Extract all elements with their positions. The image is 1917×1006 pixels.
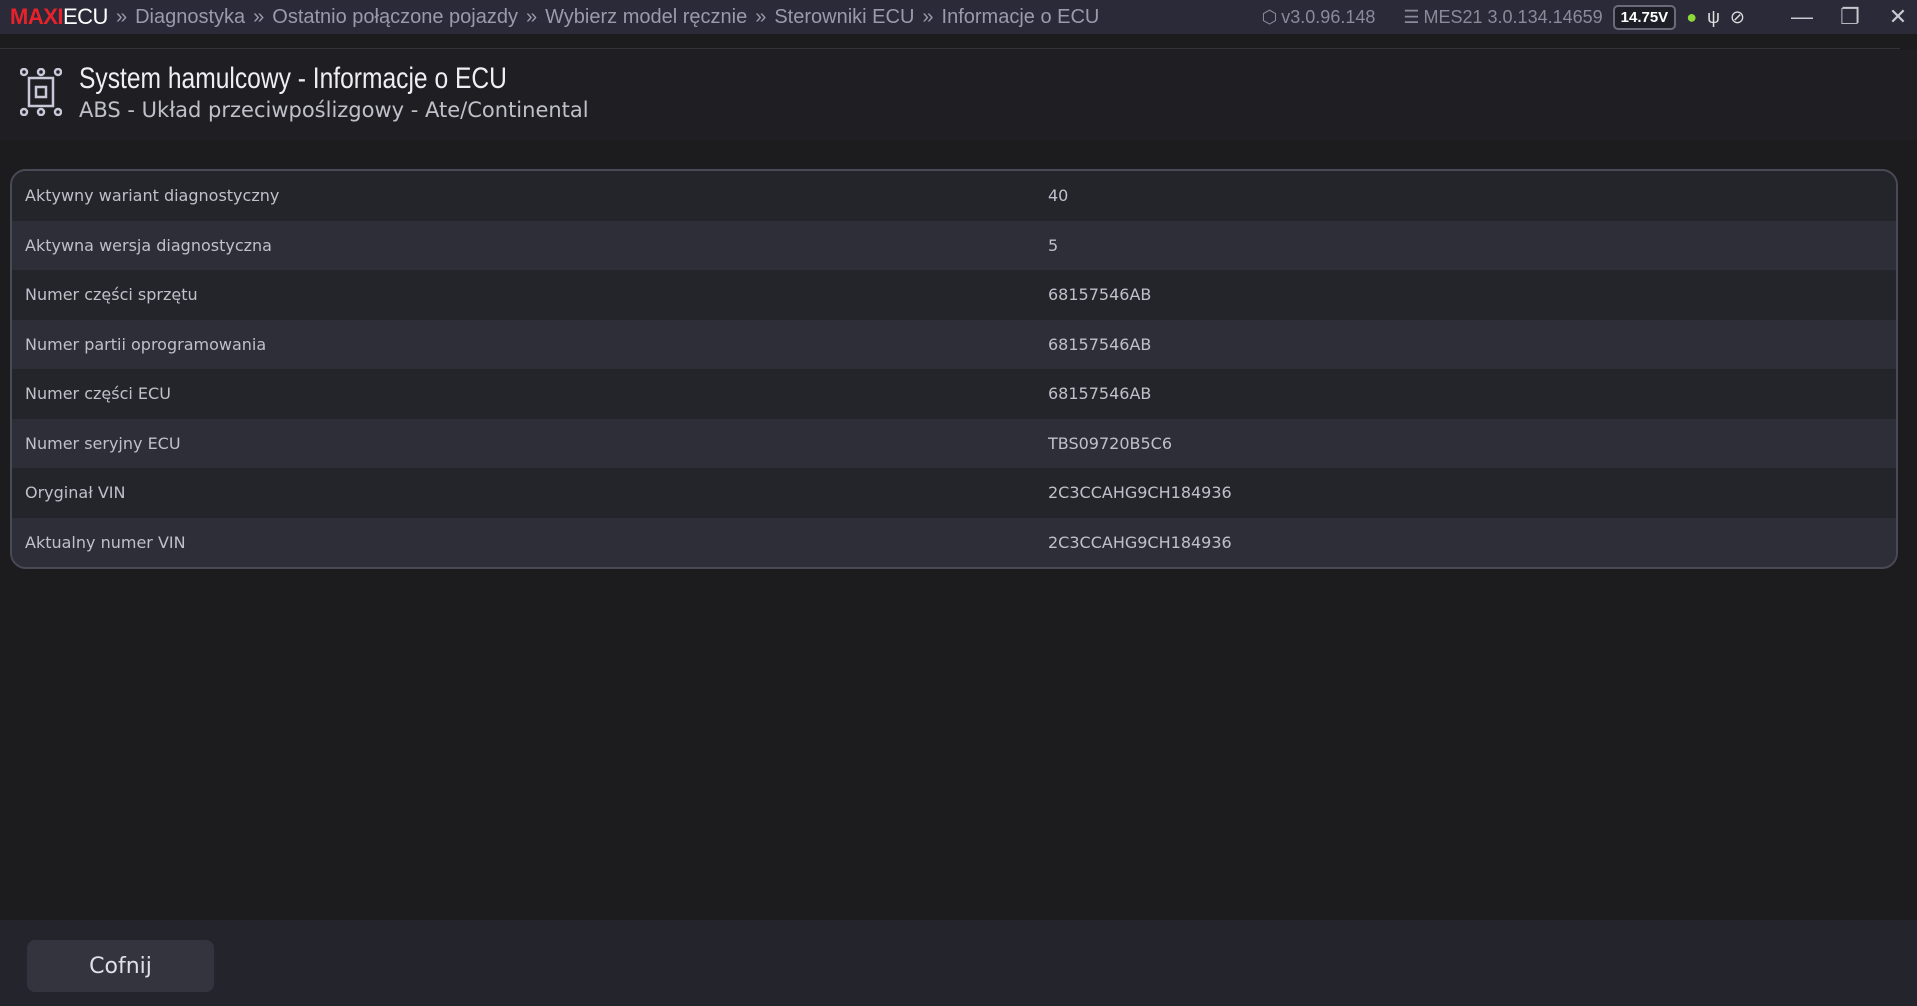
breadcrumb-ecu-list[interactable]: Sterowniki ECU [774, 6, 914, 29]
table-row: Aktualny numer VIN 2C3CCAHG9CH184936 [12, 517, 1896, 567]
restore-button[interactable]: ❐ [1831, 4, 1869, 30]
row-value: 40 [1048, 186, 1069, 206]
minimize-button[interactable]: — [1783, 4, 1821, 30]
row-label: Numer części ECU [25, 384, 171, 404]
table-row: Aktywny wariant diagnostyczny 40 [12, 171, 1896, 221]
table-row: Aktywna wersja diagnostyczna 5 [12, 220, 1896, 270]
breadcrumb-separator: » [253, 5, 265, 28]
breadcrumb-separator: » [755, 5, 767, 28]
device-text: MES21 3.0.134.14659 [1423, 6, 1603, 27]
title-bar: MAXIECU » Diagnostyka » Ostatnio połączo… [0, 0, 1917, 34]
row-label: Aktualny numer VIN [25, 532, 186, 552]
page-header: System hamulcowy - Informacje o ECU ABS … [0, 50, 1917, 140]
row-value: TBS09720B5C6 [1048, 433, 1173, 453]
vci-connected-icon: ● [1686, 6, 1698, 27]
row-value: 2C3CCAHG9CH184936 [1048, 532, 1232, 552]
ecu-info-table: Aktywny wariant diagnostyczny 40 Aktywna … [10, 169, 1898, 569]
row-label: Numer partii oprogramowania [25, 334, 267, 354]
table-row: Oryginał VIN 2C3CCAHG9CH184936 [12, 468, 1896, 518]
row-value: 68157546AB [1048, 334, 1152, 354]
row-value: 2C3CCAHG9CH184936 [1048, 483, 1232, 503]
breadcrumb-recent-vehicles[interactable]: Ostatnio połączone pojazdy [272, 6, 518, 29]
breadcrumb-separator: » [525, 5, 538, 28]
breadcrumb-ecu-info: Informacje o ECU [941, 5, 1100, 28]
breadcrumb-separator: » [115, 5, 128, 28]
wifi-off-icon: ⊘ [1729, 6, 1745, 27]
footer-bar: Cofnij [0, 920, 1917, 1006]
row-label: Numer części sprzętu [25, 285, 198, 305]
breadcrumb-select-model[interactable]: Wybierz model ręcznie [545, 6, 747, 29]
row-value: 68157546AB [1048, 384, 1152, 404]
close-button[interactable]: ✕ [1879, 4, 1917, 30]
row-value: 5 [1048, 235, 1059, 255]
breadcrumb-diagnostyka[interactable]: Diagnostyka [135, 6, 245, 29]
voltage-badge: 14.75V [1612, 4, 1677, 30]
row-label: Oryginał VIN [25, 483, 126, 503]
page-subtitle: ABS - Układ przeciwpoślizgowy - Ate/Cont… [79, 98, 589, 122]
app-logo: MAXIECU [10, 4, 108, 29]
row-label: Numer seryjny ECU [25, 433, 181, 453]
divider [0, 48, 1900, 49]
database-icon: ☰ [1403, 6, 1420, 27]
ecu-chip-icon [20, 68, 62, 116]
page-title: System hamulcowy - Informacje o ECU [79, 62, 507, 95]
version-text: v3.0.96.148 [1281, 6, 1376, 27]
row-label: Aktywny wariant diagnostyczny [25, 186, 280, 206]
cube-icon: ⬡ [1261, 6, 1278, 27]
usb-icon: ψ [1707, 6, 1720, 27]
table-row: Numer części sprzętu 68157546AB [12, 270, 1896, 320]
back-button[interactable]: Cofnij [27, 940, 214, 992]
table-row: Numer seryjny ECU TBS09720B5C6 [12, 418, 1896, 468]
row-label: Aktywna wersja diagnostyczna [25, 235, 272, 255]
table-row: Numer części ECU 68157546AB [12, 369, 1896, 419]
row-value: 68157546AB [1048, 285, 1152, 305]
table-row: Numer partii oprogramowania 68157546AB [12, 319, 1896, 369]
breadcrumb-separator: » [922, 5, 934, 28]
